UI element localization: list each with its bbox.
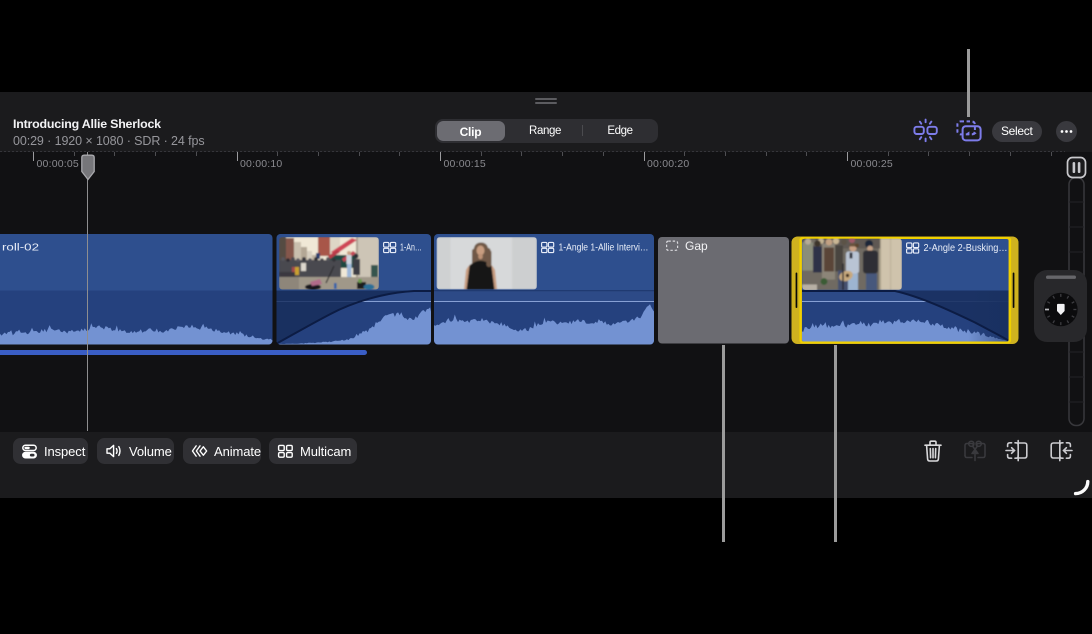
svg-text:1-An…: 1-An… [400, 241, 422, 253]
svg-text:1-Angle 1-Allie Intervi…: 1-Angle 1-Allie Intervi… [559, 241, 649, 253]
svg-text:roll-02: roll-02 [2, 241, 39, 253]
svg-text:2-Angle 2-Busking…: 2-Angle 2-Busking… [924, 242, 1008, 254]
svg-text:Gap: Gap [685, 239, 708, 253]
